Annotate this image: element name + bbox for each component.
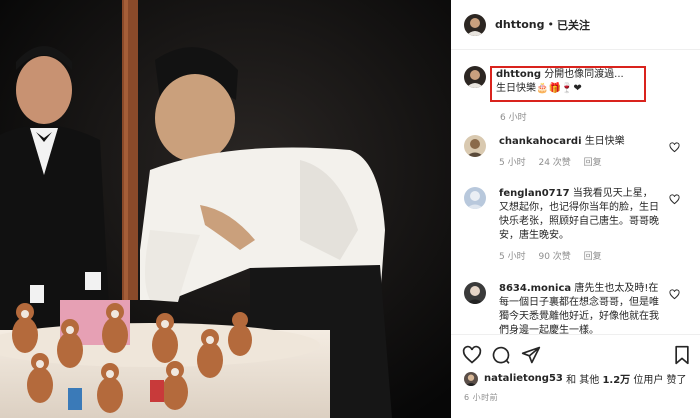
comment-text: 8634.monica 唐先生也太及時!在每一個日子裏都在想念哥哥，但是唯獨今天… (499, 282, 659, 338)
likes-suffix: 位用户 赞了 (633, 375, 687, 386)
comment-reply-button[interactable]: 回复 (584, 158, 602, 168)
comment-avatar[interactable] (464, 282, 486, 304)
comment-likes[interactable]: 24 次赞 (538, 158, 570, 168)
comment-username[interactable]: chankahocardi (499, 136, 582, 147)
post-header: dhttong • 已关注 (451, 0, 700, 50)
comment-item: 8634.monica 唐先生也太及時!在每一個日子裏都在想念哥哥，但是唯獨今天… (464, 282, 694, 338)
comment-like-heart-icon[interactable] (669, 194, 680, 205)
caption-avatar[interactable] (464, 66, 486, 88)
comment-username[interactable]: fenglan0717 (499, 188, 570, 199)
like-heart-icon[interactable] (462, 345, 482, 365)
post-actions-bar (451, 334, 700, 374)
post-photo[interactable] (0, 0, 451, 418)
follow-status-button[interactable]: 已关注 (557, 17, 590, 33)
caption-highlight-box (490, 66, 646, 102)
liker-username[interactable]: natalietong53 (484, 373, 563, 384)
comment-likes[interactable]: 90 次赞 (538, 252, 570, 262)
comment-reply-button[interactable]: 回复 (584, 252, 602, 262)
likes-summary: natalietong53 和 其他 1.2万 位用户 赞了 (464, 371, 687, 386)
comment-text: fenglan0717 当我看见天上星，又想起你，也记得你当年的脸，生日快乐老张… (499, 187, 659, 264)
comment-meta: 5 小时 24 次赞 回复 (499, 156, 659, 170)
post-timestamp[interactable]: 6 小时前 (464, 392, 498, 403)
comment-meta: 5 小时 90 次赞 回复 (499, 250, 659, 264)
comment-item: chankahocardi 生日快樂 5 小时 24 次赞 回复 (464, 135, 694, 170)
avatar[interactable] (464, 13, 486, 36)
header-separator: • (547, 18, 554, 31)
header-username[interactable]: dhttong (495, 18, 544, 31)
likes-prefix: 和 其他 (566, 375, 600, 386)
comment-avatar[interactable] (464, 135, 486, 157)
comment-like-heart-icon[interactable] (669, 142, 680, 153)
bookmark-icon[interactable] (672, 345, 692, 365)
comment-text: chankahocardi 生日快樂 5 小时 24 次赞 回复 (499, 135, 659, 170)
share-send-icon[interactable] (521, 345, 541, 365)
birthday-cake-photo (0, 0, 451, 418)
comment-body: 生日快樂 (584, 136, 625, 147)
comment-bubble-icon[interactable] (491, 345, 511, 365)
comment-like-heart-icon[interactable] (669, 289, 680, 300)
liker-avatar[interactable] (464, 371, 478, 386)
post-panel: dhttong • 已关注 dhttong 分開也像同渡過... 生日快樂🎂🎁🍷… (451, 0, 700, 418)
comment-time[interactable]: 5 小时 (499, 158, 526, 168)
comment-time[interactable]: 5 小时 (499, 252, 526, 262)
comment-avatar[interactable] (464, 187, 486, 209)
comment-item: fenglan0717 当我看见天上星，又想起你，也记得你当年的脸，生日快乐老张… (464, 187, 694, 264)
comment-username[interactable]: 8634.monica (499, 283, 571, 294)
caption-time[interactable]: 6 小时 (500, 110, 527, 123)
likes-count[interactable]: 1.2万 (602, 371, 630, 386)
